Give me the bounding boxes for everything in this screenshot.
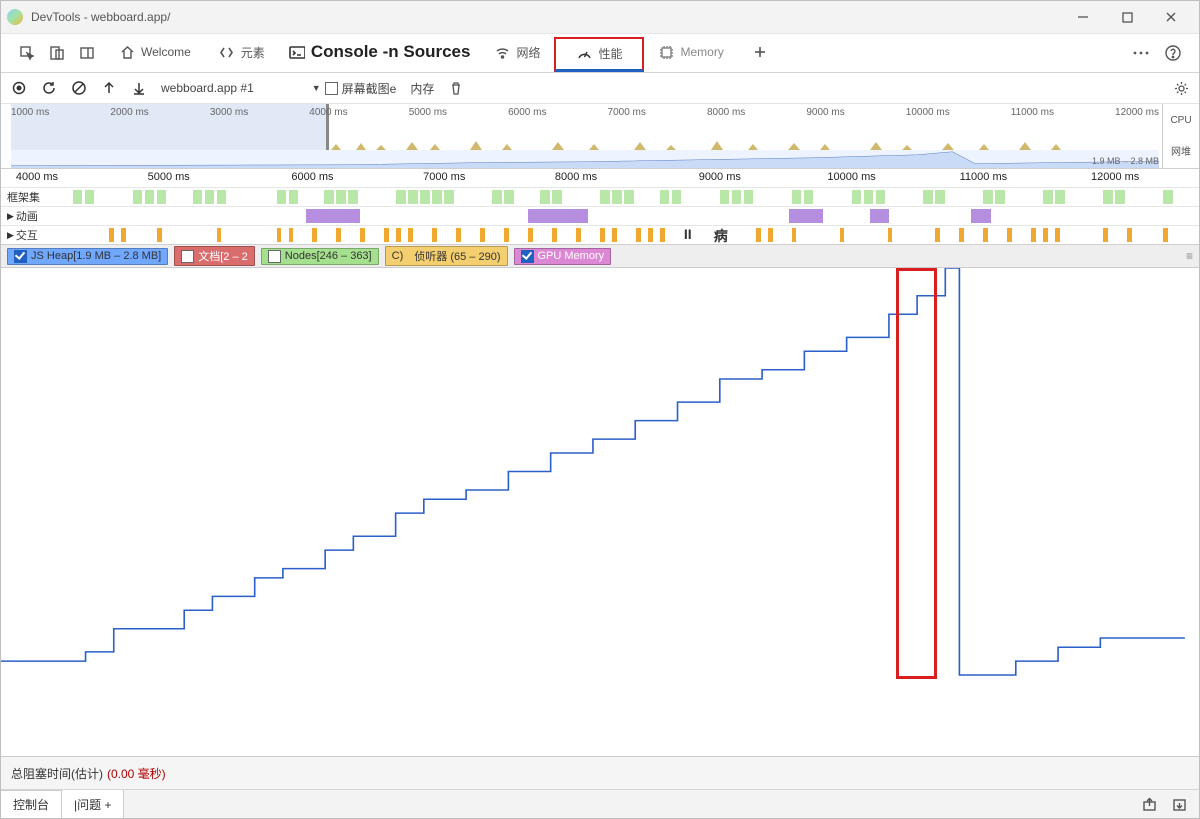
memory-metrics-bar: JS Heap[1.9 MB – 2.8 MB] 文档[2 – 2 Nodes[… — [1, 245, 1199, 268]
record-icon[interactable] — [11, 80, 27, 96]
memory-overview — [11, 150, 1159, 168]
upload-icon[interactable] — [101, 80, 117, 96]
track-frames[interactable]: 框架集 — [1, 187, 1199, 206]
cjk-marker: 病 — [714, 226, 728, 246]
metric-jsheap[interactable]: JS Heap[1.9 MB – 2.8 MB] — [7, 248, 168, 265]
memory-range-label: 1.9 MB – 2.8 MB — [1092, 156, 1159, 166]
device-icon[interactable] — [49, 45, 65, 61]
performance-icon — [576, 46, 592, 62]
window-title: DevTools - webboard.app/ — [31, 10, 170, 24]
settings-icon[interactable] — [1173, 80, 1189, 96]
overview-pane[interactable]: 1000 ms2000 ms3000 ms4000 ms5000 ms6000 … — [1, 104, 1199, 169]
minimize-button[interactable] — [1061, 3, 1105, 31]
screenshots-checkbox[interactable]: ▼屏幕截图e — [312, 80, 397, 97]
memory-icon — [658, 44, 674, 60]
tab-console-sources[interactable]: Console -n Sources — [279, 33, 481, 73]
heap-chart[interactable] — [1, 268, 1199, 757]
metric-documents[interactable]: 文档[2 – 2 — [174, 246, 255, 266]
overview-ruler: 1000 ms2000 ms3000 ms4000 ms5000 ms6000 … — [11, 107, 1159, 118]
perf-toolbar: webboard.app #1 ▼屏幕截图e 内存 — [1, 73, 1199, 104]
track-interactions[interactable]: ▶交互 II 病 — [1, 225, 1199, 244]
tab-performance[interactable]: 性能 — [554, 37, 644, 72]
tab-strip: Welcome 元素 Console -n Sources 网络 性能 Memo… — [1, 34, 1199, 73]
console-icon — [289, 44, 305, 60]
pause-marker: II — [684, 226, 692, 242]
track-animations[interactable]: ▶动画 — [1, 206, 1199, 225]
reload-icon[interactable] — [41, 80, 57, 96]
tab-add[interactable] — [738, 33, 782, 73]
code-icon — [219, 44, 235, 60]
plus-icon — [752, 44, 768, 60]
recording-dropdown[interactable]: webboard.app #1 — [161, 81, 254, 95]
tbt-value: (0.00 毫秒) — [107, 765, 166, 782]
close-button[interactable] — [1149, 3, 1193, 31]
help-icon[interactable] — [1165, 45, 1181, 61]
download-icon[interactable] — [131, 80, 147, 96]
tab-network[interactable]: 网络 — [480, 33, 554, 73]
clear-icon[interactable] — [71, 80, 87, 96]
titlebar[interactable]: DevTools - webboard.app/ — [1, 1, 1199, 34]
metric-gpu[interactable]: GPU Memory — [514, 248, 612, 265]
devtools-window: DevTools - webboard.app/ Welcome 元素 Cons… — [0, 0, 1200, 819]
more-icon[interactable] — [1133, 45, 1149, 61]
maximize-button[interactable] — [1105, 3, 1149, 31]
wifi-icon — [494, 44, 510, 60]
inspect-icon[interactable] — [19, 45, 35, 61]
metric-listeners[interactable]: C) 侦听器 (65 – 290) — [385, 246, 508, 266]
drawer-dock-icon[interactable] — [1171, 796, 1187, 812]
highlight-box-chart — [896, 268, 937, 679]
tab-elements[interactable]: 元素 — [205, 33, 279, 73]
drawer-tab-issues[interactable]: |问题 + — [62, 790, 124, 818]
tab-welcome[interactable]: Welcome — [105, 33, 205, 73]
trash-icon[interactable] — [448, 80, 464, 96]
drawer-tab-console[interactable]: 控制台 — [1, 790, 62, 818]
metrics-menu-icon[interactable]: ≡ — [1186, 249, 1193, 263]
memory-checkbox[interactable]: 内存 — [410, 80, 434, 97]
app-icon — [7, 9, 23, 25]
drawer-export-icon[interactable] — [1141, 796, 1157, 812]
panel-icon[interactable] — [79, 45, 95, 61]
tab-memory[interactable]: Memory — [644, 33, 737, 73]
home-icon — [119, 44, 135, 60]
drawer-tabs: 控制台 |问题 + — [1, 790, 1199, 818]
cpu-overview — [331, 132, 1151, 150]
timeline-pane[interactable]: 4000 ms 5000 ms 6000 ms 7000 ms 8000 ms … — [1, 169, 1199, 245]
timeline-ruler: 4000 ms 5000 ms 6000 ms 7000 ms 8000 ms … — [1, 169, 1199, 187]
metric-nodes[interactable]: Nodes[246 – 363] — [261, 248, 379, 265]
summary-bar: 总阻塞时间(估计) (0.00 毫秒) — [1, 757, 1199, 790]
overview-side-labels: CPU网堆 — [1162, 104, 1199, 168]
tbt-label: 总阻塞时间(估计) — [11, 765, 103, 782]
